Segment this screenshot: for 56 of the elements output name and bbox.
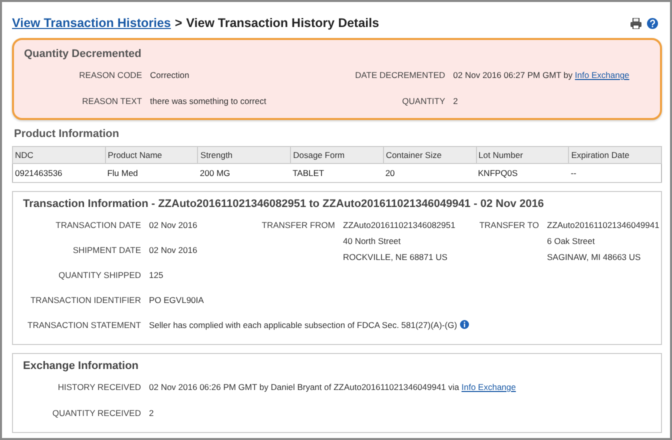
field-value: Correction xyxy=(150,70,190,80)
field-label: HISTORY RECEIVED xyxy=(56,382,141,392)
column-header: Product Name xyxy=(105,146,198,164)
field-value: 02 Nov 2016 xyxy=(149,245,198,255)
column-header: Expiration Date xyxy=(568,146,662,164)
field-value: there was something to correct xyxy=(150,96,268,106)
field-value: PO EGVL90IA xyxy=(149,295,204,305)
info-exchange-link[interactable]: Info Exchange xyxy=(574,70,630,80)
field-label: QUANTITY xyxy=(401,96,446,106)
field-value: 125 xyxy=(149,270,164,280)
breadcrumb-link[interactable]: View Transaction Histories xyxy=(12,16,171,30)
field-value: 40 North Street xyxy=(343,236,401,246)
breadcrumb-separator: > xyxy=(174,16,182,30)
section-title: Product Information xyxy=(14,128,120,140)
field-label: DATE DECREMENTED xyxy=(354,70,446,80)
field-label: TRANSFER TO xyxy=(479,220,539,232)
field-label: QUANTITY RECEIVED xyxy=(51,408,141,418)
field-value: SAGINAW, MI 48663 US xyxy=(547,252,641,262)
column-header: NDC xyxy=(12,146,106,164)
field-label: REASON TEXT xyxy=(81,96,142,106)
field-value: Seller has complied with each applicable subsection of FDCA Sec. 581(27)(A)-(G) xyxy=(149,320,470,330)
field-value: 02 Nov 2016 xyxy=(149,220,198,230)
table-cell: TABLET xyxy=(290,164,384,182)
field-label: REASON CODE xyxy=(78,70,142,80)
field-value: ZZAuto201611021346082951 xyxy=(343,220,456,230)
field-value: 2 xyxy=(453,96,459,106)
section-title: Quantity Decremented xyxy=(24,48,142,60)
table-cell: Flu Med xyxy=(105,164,198,182)
table-cell: 0921463536 xyxy=(12,164,106,182)
field-label: TRANSACTION DATE xyxy=(54,220,141,230)
table-cell: 20 xyxy=(383,164,476,182)
field-label: QUANTITY SHIPPED xyxy=(58,270,141,280)
table-cell: -- xyxy=(568,164,662,182)
field-label: SHIPMENT DATE xyxy=(72,245,141,255)
field-value: 6 Oak Street xyxy=(547,236,595,246)
field-value: 02 Nov 2016 06:26 PM GMT by Daniel Bryant of ZZAuto201611021346049941 via Info Exchange xyxy=(149,382,517,392)
column-header: Container Size xyxy=(383,146,476,164)
column-header: Strength xyxy=(198,146,291,164)
field-value: ROCKVILLE, NE 68871 US xyxy=(343,252,448,262)
page-title: View Transaction History Details xyxy=(186,16,380,30)
field-label: TRANSACTION IDENTIFIER xyxy=(29,295,141,305)
panel-title: Transaction Information - ZZAuto201611021346082951 to ZZAuto201611021346049941 - 02 Nov 2016 xyxy=(23,198,545,210)
table-cell: 200 MG xyxy=(198,164,291,182)
help-icon[interactable] xyxy=(647,18,658,28)
info-exchange-link[interactable]: Info Exchange xyxy=(462,382,516,392)
field-value: ZZAuto201611021346049941 xyxy=(547,220,660,230)
panel-title: Exchange Information xyxy=(23,360,140,372)
printer-icon[interactable] xyxy=(630,18,642,28)
field-label: TRANSACTION STATEMENT xyxy=(26,320,141,330)
field-value: 02 Nov 2016 06:27 PM GMT by Info Exchange xyxy=(453,70,630,80)
column-header: Lot Number xyxy=(476,146,569,164)
field-value: 2 xyxy=(149,408,155,418)
field-label: TRANSFER FROM xyxy=(260,220,335,232)
table-cell: KNFPQ0S xyxy=(476,164,569,182)
info-icon[interactable] xyxy=(460,320,470,329)
column-header: Dosage Form xyxy=(290,146,384,164)
